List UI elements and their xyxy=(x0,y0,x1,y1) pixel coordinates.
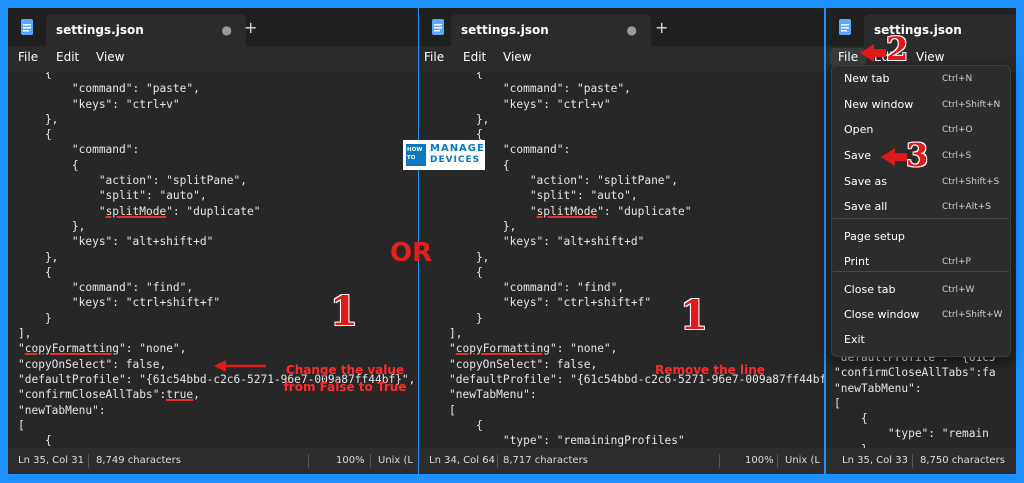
tab-bar: settings.json xyxy=(826,8,1016,46)
file-menu-item-new-window[interactable]: New window xyxy=(844,98,913,111)
character-count: 8,717 characters xyxy=(503,455,588,466)
step-1-label-right: 1 xyxy=(680,292,708,339)
logo-how: HOW xyxy=(407,147,423,153)
step-2-label: 2 xyxy=(886,30,909,68)
status-separator xyxy=(497,454,498,468)
shortcut-label: Ctrl+Shift+N xyxy=(942,100,1001,110)
status-separator xyxy=(912,454,913,468)
character-count: 8,749 characters xyxy=(96,455,181,466)
zoom-level[interactable]: 100% xyxy=(336,455,365,466)
file-menu-item-page-setup[interactable]: Page setup xyxy=(844,230,905,243)
tab-title: settings.json xyxy=(461,23,549,37)
new-tab-plus-icon[interactable]: + xyxy=(655,18,668,37)
menu-separator xyxy=(833,218,1009,219)
or-label: OR xyxy=(390,238,433,268)
status-separator xyxy=(719,454,720,468)
file-menu-dropdown: New tab Ctrl+N New window Ctrl+Shift+N Open C… xyxy=(831,65,1011,357)
shortcut-label: Ctrl+O xyxy=(942,125,973,135)
unsaved-dot-icon: ● xyxy=(221,23,232,37)
menu-separator xyxy=(833,271,1009,272)
line-ending[interactable]: Unix (L xyxy=(785,455,820,466)
status-bar: Ln 35, Col 31 8,749 characters 100% Unix… xyxy=(8,448,418,474)
notepad-window-1: settings.json ● + File Edit View { "comma… xyxy=(8,8,418,474)
cursor-position: Ln 34, Col 64 xyxy=(429,455,495,466)
tab-bar: settings.json ● + xyxy=(419,8,824,46)
code-text: "defaultProfile": "{61c5 "confirmCloseAl… xyxy=(834,351,996,448)
notepad-app-icon xyxy=(432,19,444,35)
notepad-app-icon xyxy=(839,19,851,35)
notepad-app-icon xyxy=(21,19,33,35)
tab-settings-json[interactable]: settings.json ● xyxy=(451,14,651,46)
new-tab-plus-icon[interactable]: + xyxy=(244,18,257,37)
how-to-manage-devices-logo: HOW TO MANAGE DEVICES xyxy=(403,140,485,170)
cursor-position: Ln 35, Col 31 xyxy=(18,455,84,466)
arrow-left-icon xyxy=(214,360,266,372)
shortcut-label: Ctrl+P xyxy=(942,257,971,267)
zoom-level[interactable]: 100% xyxy=(745,455,774,466)
note-line-1: Change the value xyxy=(285,363,405,377)
file-menu-item-open[interactable]: Open xyxy=(844,123,873,136)
menu-view[interactable]: View xyxy=(503,50,531,64)
line-ending[interactable]: Unix (L xyxy=(378,455,413,466)
shortcut-label: Ctrl+Shift+W xyxy=(942,310,1003,320)
tab-title: settings.json xyxy=(56,23,144,37)
change-value-note: Change the value from False to True xyxy=(270,362,420,396)
file-menu-item-save-all[interactable]: Save all xyxy=(844,200,887,213)
step-1-label-left: 1 xyxy=(330,288,358,335)
file-menu-item-new-tab[interactable]: New tab xyxy=(844,72,890,85)
menu-bar: File Edit View xyxy=(419,46,824,72)
note-line-2: from False to True xyxy=(283,380,407,394)
menu-edit[interactable]: Edit xyxy=(56,50,79,64)
menu-file[interactable]: File xyxy=(18,50,38,64)
remove-line-note: Remove the line xyxy=(655,363,765,377)
status-separator xyxy=(777,454,778,468)
arrow-left-icon xyxy=(881,148,907,166)
file-menu-item-exit[interactable]: Exit xyxy=(844,333,865,346)
menu-view[interactable]: View xyxy=(96,50,124,64)
status-bar: Ln 34, Col 64 8,717 characters 100% Unix… xyxy=(419,448,824,474)
character-count: 8,750 characters xyxy=(920,455,1005,466)
status-separator xyxy=(88,454,89,468)
logo-manage: MANAGE xyxy=(430,143,485,154)
file-menu-item-close-tab[interactable]: Close tab xyxy=(844,283,896,296)
shortcut-label: Ctrl+Shift+S xyxy=(942,177,1000,187)
logo-house-icon: HOW TO xyxy=(406,144,426,166)
text-editor[interactable]: { "command": "paste", "keys": "ctrl+v" }… xyxy=(419,72,824,448)
status-bar: Ln 35, Col 33 8,750 characters xyxy=(826,448,1016,474)
shortcut-label: Ctrl+Alt+S xyxy=(942,202,991,212)
file-menu-item-save[interactable]: Save xyxy=(844,149,871,162)
arrow-left-icon xyxy=(860,44,886,62)
logo-devices: DEVICES xyxy=(430,155,481,165)
shortcut-label: Ctrl+N xyxy=(942,74,973,84)
menu-edit[interactable]: Edit xyxy=(463,50,486,64)
status-separator xyxy=(308,454,309,468)
menu-file[interactable]: File xyxy=(424,50,444,64)
shortcut-label: Ctrl+W xyxy=(942,285,975,295)
cursor-position: Ln 35, Col 33 xyxy=(842,455,908,466)
tab-settings-json[interactable]: settings.json ● xyxy=(46,14,246,46)
menu-view[interactable]: View xyxy=(916,50,944,64)
tab-bar: settings.json ● + xyxy=(8,8,418,46)
notepad-window-2: settings.json ● + File Edit View { "comma… xyxy=(419,8,824,474)
step-3-label: 3 xyxy=(906,136,929,174)
file-menu-item-close-window[interactable]: Close window xyxy=(844,308,919,321)
status-separator xyxy=(370,454,371,468)
shortcut-label: Ctrl+S xyxy=(942,151,972,161)
menu-bar: File Edit View xyxy=(8,46,418,72)
file-menu-item-print[interactable]: Print xyxy=(844,255,869,268)
unsaved-dot-icon: ● xyxy=(626,23,637,37)
code-text: { "command": "paste", "keys": "ctrl+v" }… xyxy=(449,72,824,448)
file-menu-item-save-as[interactable]: Save as xyxy=(844,175,887,188)
logo-to: TO xyxy=(407,155,416,161)
